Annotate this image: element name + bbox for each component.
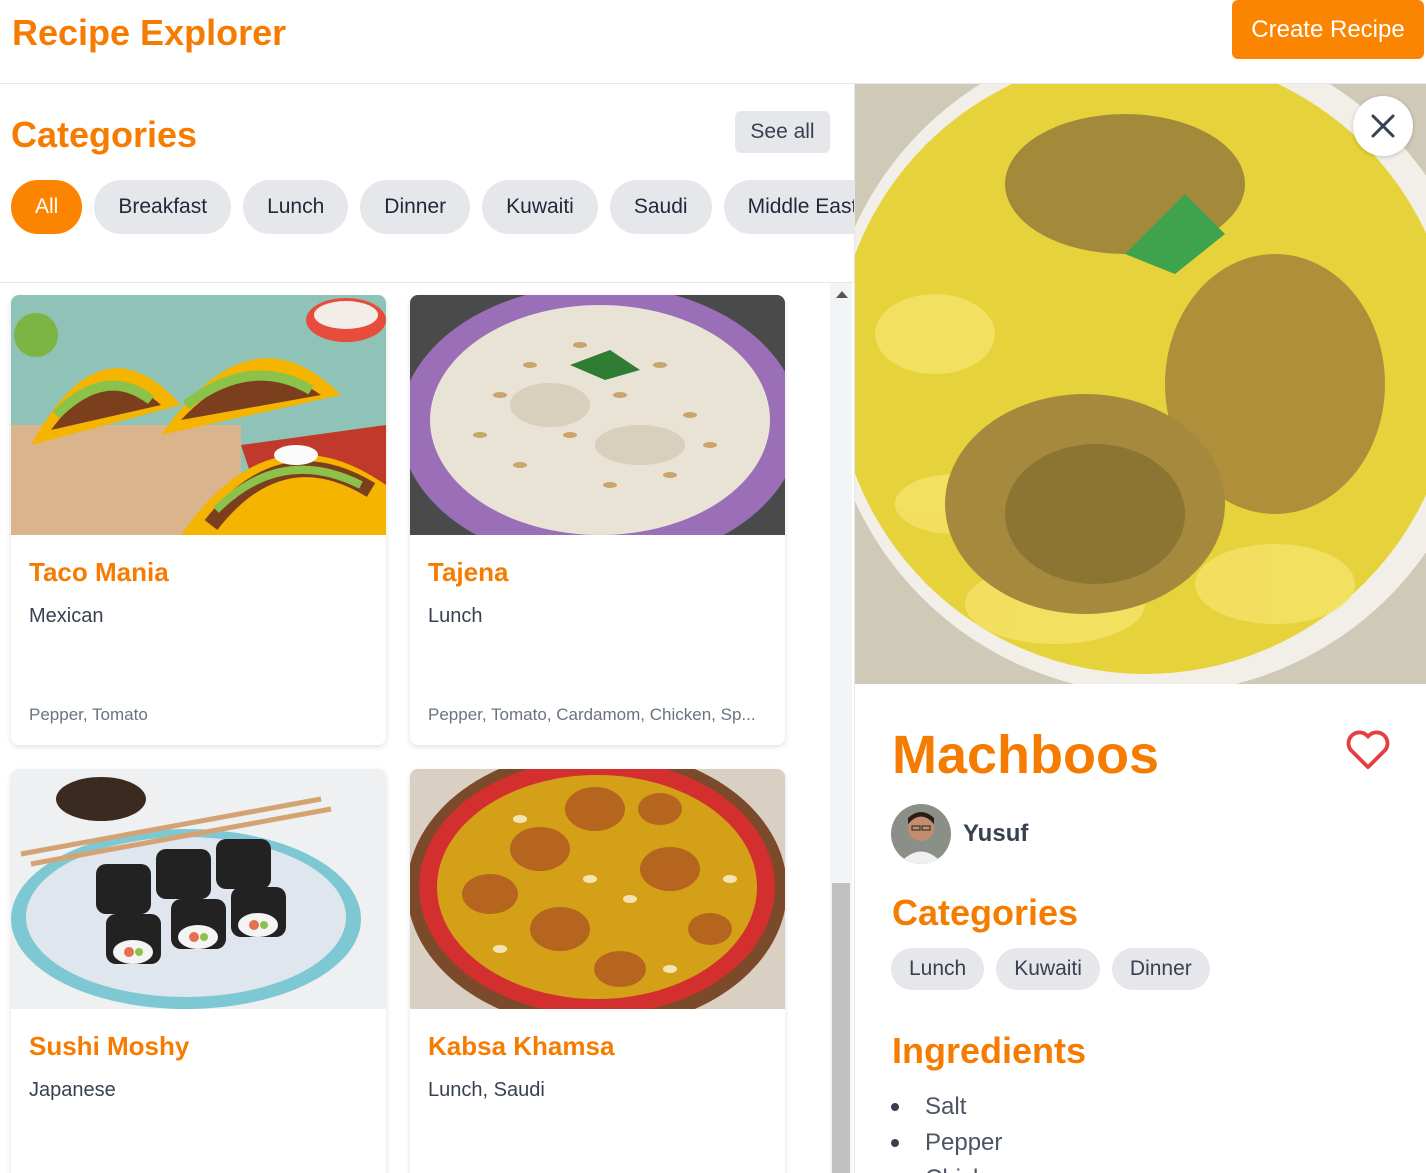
recipe-browser: Categories See all All Breakfast Lunch D… xyxy=(0,84,854,1173)
category-chip-saudi[interactable]: Saudi xyxy=(609,180,712,234)
ingredient-item: Salt xyxy=(891,1089,1012,1125)
recipe-title: Kabsa Khamsa xyxy=(428,1031,615,1061)
ingredient-item: Pepper xyxy=(891,1125,1012,1161)
recipe-category: Lunch, Saudi xyxy=(428,1079,545,1101)
detail-chip-kuwaiti[interactable]: Kuwaiti xyxy=(996,948,1100,990)
category-chip-lunch[interactable]: Lunch xyxy=(243,180,349,234)
recipe-title: Tajena xyxy=(428,557,509,587)
create-recipe-button[interactable]: Create Recipe xyxy=(1232,0,1424,59)
app-title: Recipe Explorer xyxy=(12,12,287,53)
category-chip-all[interactable]: All xyxy=(11,180,83,234)
category-chip-breakfast[interactable]: Breakfast xyxy=(94,180,232,234)
ingredients-list: Salt Pepper Chicken xyxy=(891,1089,1012,1173)
category-chip-kuwaiti[interactable]: Kuwaiti xyxy=(482,180,598,234)
bullet xyxy=(891,1139,899,1147)
chevron-up-icon[interactable] xyxy=(836,291,848,298)
recipe-detail-panel: Machboos Yusuf Categories Lunch Kuwaiti … xyxy=(854,84,1426,1173)
category-chip-dinner[interactable]: Dinner xyxy=(360,180,471,234)
recipe-card[interactable]: Taco Mania Mexican Pepper, Tomato xyxy=(11,295,386,745)
recipe-title: Taco Mania xyxy=(29,557,169,587)
category-filter-row: All Breakfast Lunch Dinner Kuwaiti Saudi… xyxy=(11,180,854,236)
recipe-ingredients: Pepper, Tomato, Cardamom, Chicken, Sp... xyxy=(428,705,756,724)
close-button[interactable] xyxy=(1353,96,1413,156)
see-all-button[interactable]: See all xyxy=(735,111,830,153)
detail-chip-lunch[interactable]: Lunch xyxy=(891,948,985,990)
category-chip-middle-eastern[interactable]: Middle Eastern xyxy=(723,180,854,234)
categories-heading: Categories xyxy=(11,114,198,155)
avatar xyxy=(891,804,951,864)
top-bar: Recipe Explorer Create Recipe xyxy=(0,0,1426,84)
detail-categories-heading: Categories xyxy=(892,892,1079,933)
detail-chip-dinner[interactable]: Dinner xyxy=(1111,948,1210,990)
recipe-category: Lunch xyxy=(428,605,483,627)
recipe-category: Mexican xyxy=(29,605,104,627)
detail-category-chips: Lunch Kuwaiti Dinner xyxy=(891,948,1210,990)
recipe-card[interactable]: Sushi Moshy Japanese xyxy=(11,769,386,1173)
recipe-title: Sushi Moshy xyxy=(29,1031,190,1061)
recipe-category: Japanese xyxy=(29,1079,116,1101)
grid-scrollbar[interactable] xyxy=(830,283,852,1173)
recipe-image-tajena xyxy=(410,295,785,535)
heart-icon[interactable] xyxy=(1345,729,1391,771)
recipe-grid: Taco Mania Mexican Pepper, Tomato Tajena… xyxy=(0,283,830,1173)
recipe-card[interactable]: Kabsa Khamsa Lunch, Saudi xyxy=(410,769,785,1173)
author-row: Yusuf xyxy=(891,804,1028,864)
recipe-ingredients: Pepper, Tomato xyxy=(29,705,148,724)
recipe-image-sushi xyxy=(11,769,386,1009)
ingredients-heading: Ingredients xyxy=(892,1030,1087,1071)
ingredient-item: Chicken xyxy=(891,1161,1012,1173)
author-name: Yusuf xyxy=(963,820,1029,847)
ingredient-name: Pepper xyxy=(925,1129,1003,1156)
ingredient-name: Chicken xyxy=(925,1165,1012,1173)
recipe-detail-image xyxy=(855,84,1426,684)
bullet xyxy=(891,1103,899,1111)
close-icon xyxy=(1371,114,1395,138)
scrollbar-thumb[interactable] xyxy=(832,883,850,1173)
recipe-image-kabsa xyxy=(410,769,785,1009)
ingredient-name: Salt xyxy=(925,1093,967,1120)
recipe-detail-title: Machboos xyxy=(892,725,1160,785)
recipe-card[interactable]: Tajena Lunch Pepper, Tomato, Cardamom, C… xyxy=(410,295,785,745)
recipe-image-taco xyxy=(11,295,386,535)
